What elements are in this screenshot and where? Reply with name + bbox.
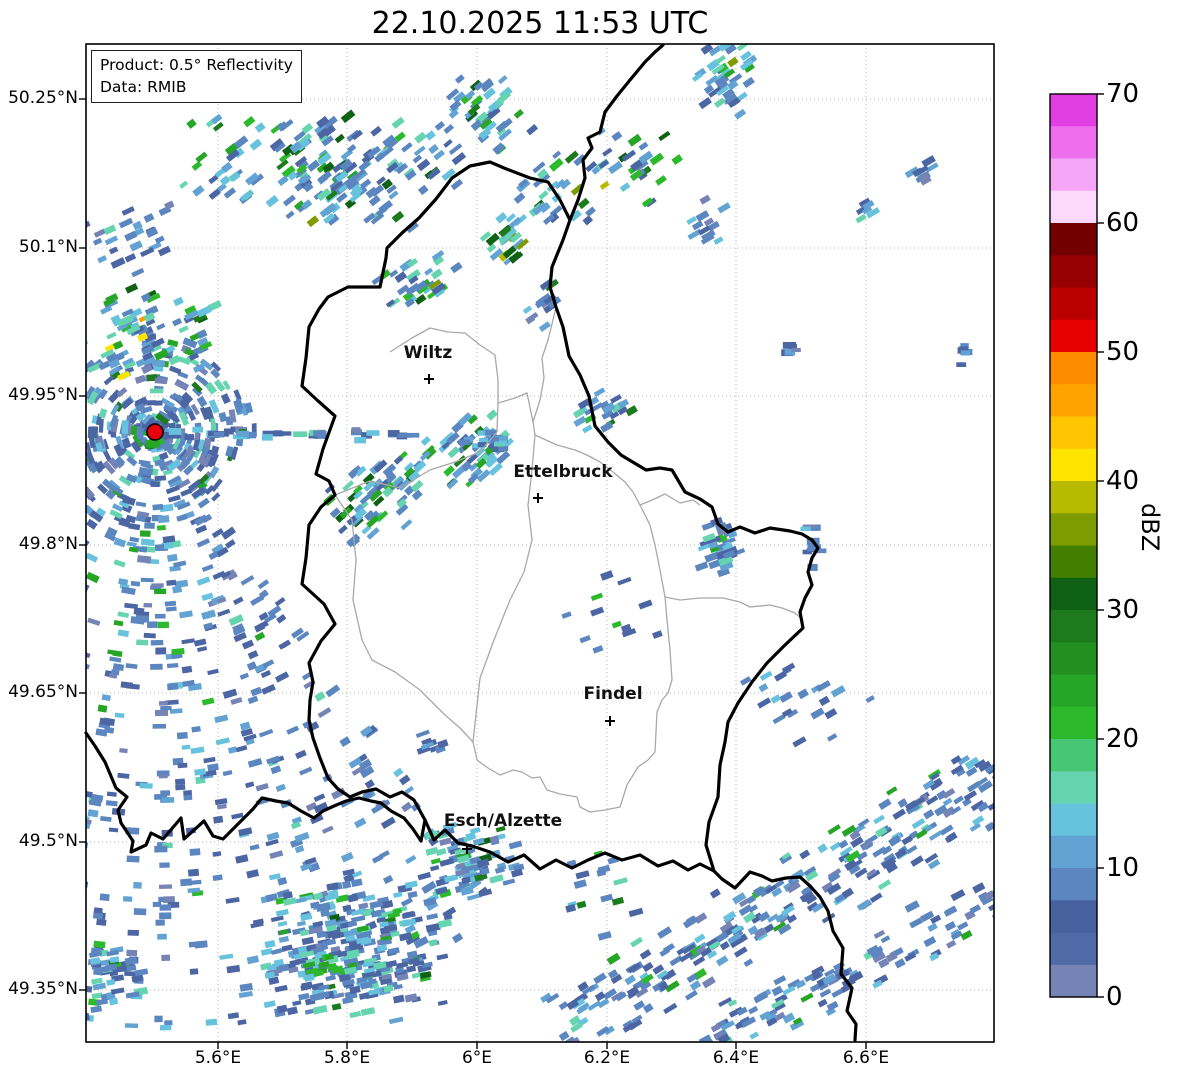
x-tick-label-0: 5.6°E (194, 1048, 242, 1068)
radar-site-marker (146, 423, 164, 441)
y-tick-label-6: 49.35°N (8, 979, 78, 999)
x-tick-label-1: 5.8°E (323, 1048, 371, 1068)
map-plot (79, 43, 1104, 1049)
product-annotation-box: Product: 0.5° Reflectivity Data: RMIB (91, 50, 302, 103)
colorbar-tick-0: 0 (1106, 982, 1123, 1012)
data-source-line: Data: RMIB (100, 78, 187, 96)
colorbar-tick-50: 50 (1106, 337, 1140, 367)
y-tick-label-2: 49.95°N (8, 385, 78, 405)
y-tick-label-1: 50.1°N (18, 237, 78, 257)
city-label-ettelbruck: Ettelbruck (513, 462, 613, 482)
city-label-esch-alzette: Esch/Alzette (443, 811, 563, 831)
colorbar-tick-30: 30 (1106, 595, 1140, 625)
x-tick-label-3: 6.2°E (583, 1048, 631, 1068)
city-markers (424, 374, 615, 854)
x-tick-label-2: 6°E (461, 1048, 493, 1068)
y-tick-label-5: 49.5°N (18, 831, 78, 851)
border-belgium_germany (568, 43, 665, 222)
colorbar-tick-40: 40 (1106, 466, 1140, 496)
gridlines (86, 44, 994, 1042)
map-frame (85, 43, 995, 1043)
radar-figure: 22.10.2025 11:53 UTC Product: 0.5° Refle… (0, 0, 1184, 1081)
product-line: Product: 0.5° Reflectivity (100, 56, 293, 74)
colorbar-tick-20: 20 (1106, 724, 1140, 754)
district-borders (334, 306, 804, 813)
city-label-findel: Findel (583, 684, 643, 704)
colorbar-tick-70: 70 (1106, 79, 1140, 109)
y-tick-label-3: 49.8°N (18, 534, 78, 554)
radar-echoes (86, 44, 994, 1042)
x-tick-label-5: 6.6°E (842, 1048, 890, 1068)
colorbar-axis-label: dBZ (1136, 503, 1164, 552)
y-tick-label-4: 49.65°N (8, 682, 78, 702)
y-tick-label-0: 50.25°N (8, 88, 78, 108)
city-label-wiltz: Wiltz (403, 343, 453, 363)
colorbar (1049, 93, 1104, 998)
x-tick-label-4: 6.4°E (712, 1048, 760, 1068)
colorbar-tick-10: 10 (1106, 853, 1140, 883)
colorbar-tick-60: 60 (1106, 208, 1140, 238)
